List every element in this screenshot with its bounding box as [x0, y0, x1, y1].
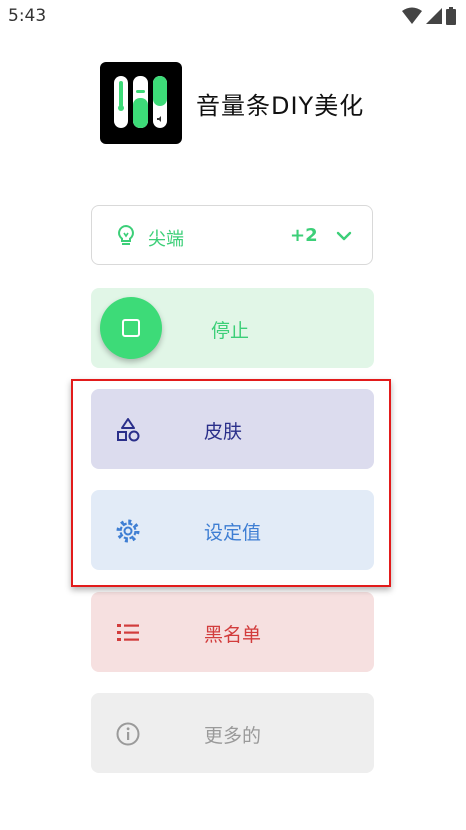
- info-icon: [116, 722, 140, 746]
- blacklist-button[interactable]: 黑名单: [91, 592, 374, 672]
- stop-button[interactable]: 停止: [91, 288, 374, 368]
- app-title: 音量条DIY美化: [196, 92, 365, 120]
- status-time: 5:43: [8, 6, 47, 26]
- battery-icon: [446, 7, 456, 25]
- mode-label: 尖端: [148, 229, 184, 250]
- wifi-icon: [402, 7, 422, 24]
- signal-icon: [426, 8, 442, 24]
- more-label: 更多的: [204, 725, 262, 747]
- status-icons: [402, 6, 456, 26]
- blacklist-label: 黑名单: [204, 624, 262, 646]
- app-logo: [100, 62, 182, 144]
- chevron-down-icon: [336, 231, 352, 241]
- lightbulb-icon: [118, 224, 134, 245]
- mode-selector-dropdown[interactable]: 尖端 +2: [91, 205, 373, 265]
- highlight-box: [71, 379, 391, 587]
- stop-label: 停止: [211, 320, 250, 342]
- mode-extra-count: +2: [290, 225, 318, 246]
- stop-fab[interactable]: [100, 297, 162, 359]
- more-button[interactable]: 更多的: [91, 693, 374, 773]
- list-icon: [117, 624, 139, 641]
- status-bar: 5:43: [0, 0, 466, 34]
- stop-icon: [122, 319, 140, 337]
